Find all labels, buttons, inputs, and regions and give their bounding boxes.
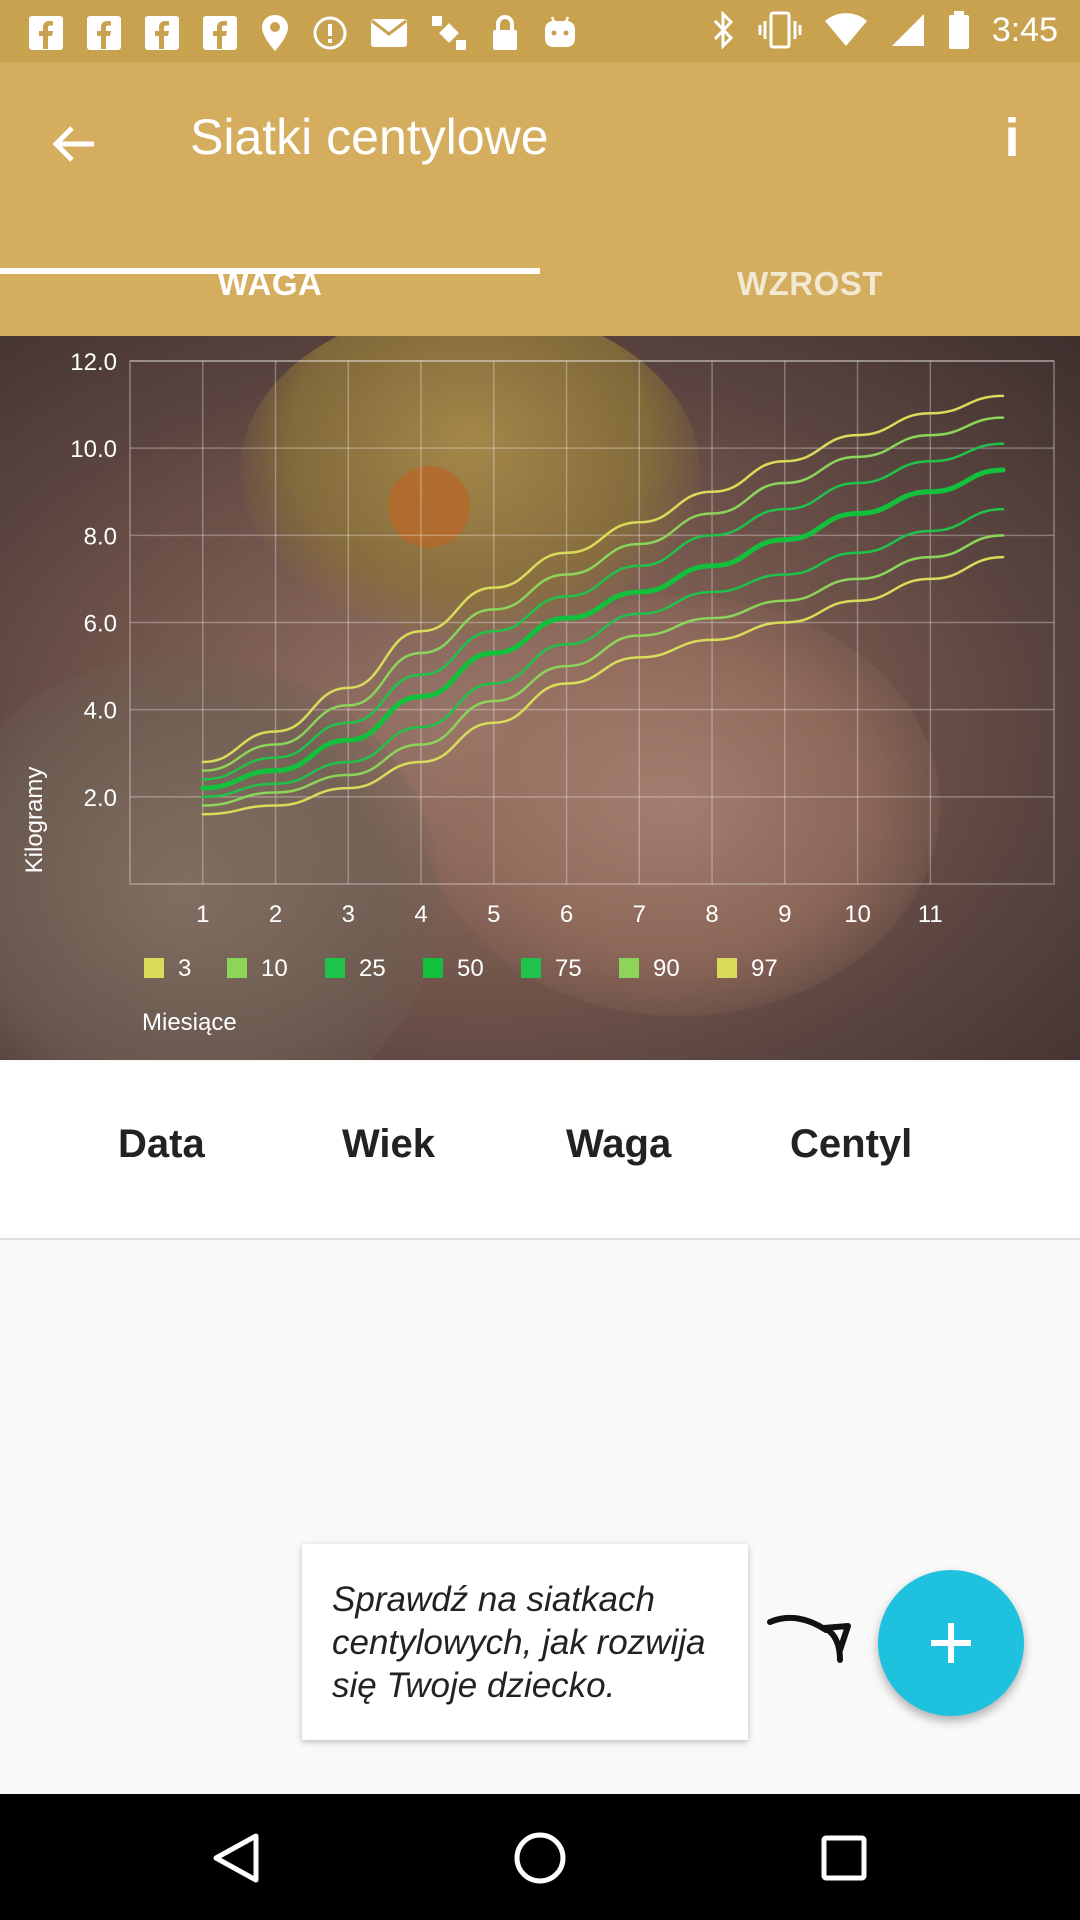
x-tick-label: 5	[487, 901, 500, 928]
x-tick-label: 6	[560, 901, 573, 928]
tab-wzrost[interactable]: WZROST	[540, 244, 1080, 336]
y-tick-label: 2.0	[84, 785, 117, 812]
vibrate-icon	[758, 11, 802, 49]
legend-swatch-10	[227, 958, 247, 978]
legend-swatch-25	[325, 958, 345, 978]
y-axis-ticks: 2.0 4.0 6.0 8.0 10.0 12.0	[70, 349, 117, 812]
chart-legend: 3 10 25 50 75 90 97	[144, 955, 778, 982]
y-tick-label: 4.0	[84, 698, 117, 725]
legend-label-50: 50	[457, 955, 484, 982]
legend-label-75: 75	[555, 955, 582, 982]
legend-label-25: 25	[359, 955, 386, 982]
curved-arrow-icon	[767, 1614, 851, 1663]
column-header-data: Data	[118, 1122, 205, 1166]
legend-swatch-75	[521, 958, 541, 978]
add-measurement-button[interactable]	[878, 1570, 1024, 1716]
x-tick-label: 3	[342, 901, 355, 928]
wifi-icon	[824, 13, 867, 46]
column-header-centyl: Centyl	[790, 1122, 913, 1166]
x-tick-label: 10	[844, 901, 871, 928]
series-line-90	[201, 416, 1005, 772]
plus-icon	[931, 1623, 971, 1663]
arrow-back-icon	[52, 126, 94, 162]
y-tick-label: 8.0	[84, 523, 117, 550]
nav-recents-button[interactable]	[812, 1826, 876, 1890]
y-tick-label: 12.0	[70, 349, 117, 376]
y-axis-label: Kilogramy	[21, 767, 48, 874]
fb-icon	[145, 16, 179, 50]
back-button[interactable]	[42, 112, 106, 176]
legend-label-3: 3	[178, 955, 191, 982]
legend-swatch-97	[717, 958, 737, 978]
lock-icon	[493, 15, 517, 50]
legend-swatch-90	[619, 958, 639, 978]
page-title: Siatki centylowe	[190, 109, 549, 165]
bluetooth-icon	[713, 11, 733, 49]
x-tick-label: 4	[414, 901, 427, 928]
mail-icon	[371, 19, 407, 47]
system-nav-bar	[0, 1794, 1080, 1920]
home-circle-icon	[514, 1832, 566, 1884]
x-tick-label: 1	[196, 901, 209, 928]
signal-icon	[891, 14, 924, 46]
battery-icon	[948, 11, 969, 49]
legend-label-10: 10	[261, 955, 288, 982]
legend-swatch-50	[423, 958, 443, 978]
y-tick-label: 10.0	[70, 436, 117, 463]
table-header: Data Wiek Waga Centyl	[0, 1062, 1080, 1240]
nav-back-button[interactable]	[204, 1826, 268, 1890]
series-line-75	[201, 442, 1005, 781]
maps-pin-icon	[262, 15, 288, 51]
column-header-wiek: Wiek	[342, 1122, 436, 1166]
status-bar: 3:45	[0, 0, 1080, 62]
info-circle-icon	[313, 16, 347, 50]
series-line-25	[201, 507, 1005, 799]
fb-icon	[29, 16, 63, 50]
android-icon	[545, 16, 575, 47]
x-tick-label: 7	[633, 901, 646, 928]
chart-panel: 2.0 4.0 6.0 8.0 10.0 12.0 1 2 3 4 5 6 7 8 9 10 11 3 10 25…	[0, 336, 1080, 1060]
y-tick-label: 6.0	[84, 611, 117, 638]
x-tick-label: 8	[705, 901, 718, 928]
x-tick-label: 2	[269, 901, 282, 928]
satellite-icon	[432, 16, 466, 50]
chart-lines	[200, 394, 1006, 816]
x-axis-label: Miesiące	[142, 1009, 237, 1036]
x-tick-label: 11	[918, 901, 943, 928]
legend-label-90: 90	[653, 955, 680, 982]
back-triangle-icon	[213, 1833, 259, 1883]
series-line-3	[201, 555, 1005, 816]
recents-square-icon	[821, 1835, 867, 1881]
status-time: 3:45	[991, 10, 1058, 49]
fb-icon	[87, 16, 121, 50]
app-bar: Siatki centylowe i WAGA WZROST	[0, 62, 1080, 336]
nav-home-button[interactable]	[508, 1826, 572, 1890]
column-header-waga: Waga	[566, 1122, 672, 1166]
x-axis-ticks: 1 2 3 4 5 6 7 8 9 10 11	[196, 901, 943, 928]
tab-waga[interactable]: WAGA	[0, 244, 540, 336]
system-icons: 3:45	[712, 10, 1058, 50]
legend-swatch-3	[144, 958, 164, 978]
info-button[interactable]: i	[984, 106, 1040, 170]
fb-icon	[203, 16, 237, 50]
hint-text: Sprawdź na siatkach centylowych, jak roz…	[332, 1580, 706, 1705]
x-tick-label: 9	[778, 901, 791, 928]
tab-indicator	[0, 268, 540, 274]
notification-icons	[28, 14, 578, 52]
tab-bar: WAGA WZROST	[0, 244, 1080, 336]
centile-chart: 2.0 4.0 6.0 8.0 10.0 12.0 1 2 3 4 5 6 7 8 9 10 11 3 10 25…	[21, 349, 1055, 1036]
legend-label-97: 97	[751, 955, 778, 982]
hint-card: Sprawdź na siatkach centylowych, jak roz…	[302, 1544, 748, 1740]
